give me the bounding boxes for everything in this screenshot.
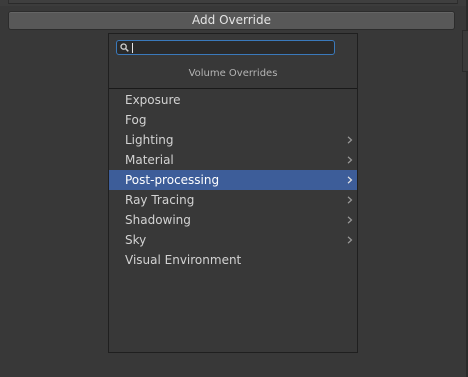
menu-item-sky[interactable]: Sky bbox=[109, 230, 357, 250]
menu-item-fog[interactable]: Fog bbox=[109, 110, 357, 130]
menu-item-shadowing[interactable]: Shadowing bbox=[109, 210, 357, 230]
top-strip bbox=[0, 0, 468, 6]
volume-overrides-popup: Volume Overrides Exposure Fog Lighting M… bbox=[108, 33, 358, 353]
menu-item-label: Material bbox=[125, 153, 174, 167]
search-field[interactable] bbox=[116, 40, 335, 55]
menu-item-label: Lighting bbox=[125, 133, 174, 147]
chevron-right-icon bbox=[347, 236, 353, 244]
add-override-button[interactable]: Add Override bbox=[8, 11, 455, 30]
override-list: Exposure Fog Lighting Material Post-proc… bbox=[109, 90, 357, 270]
header-divider bbox=[109, 88, 357, 89]
previous-field bbox=[8, 0, 458, 4]
menu-item-label: Ray Tracing bbox=[125, 193, 195, 207]
menu-item-lighting[interactable]: Lighting bbox=[109, 130, 357, 150]
popup-title: Volume Overrides bbox=[188, 68, 278, 79]
chevron-right-icon bbox=[347, 136, 353, 144]
chevron-right-icon bbox=[347, 156, 353, 164]
menu-item-visual-environment[interactable]: Visual Environment bbox=[109, 250, 357, 270]
text-caret bbox=[132, 43, 133, 53]
menu-item-ray-tracing[interactable]: Ray Tracing bbox=[109, 190, 357, 210]
inspector-panel: Add Override Volume Overrides Exposure F… bbox=[0, 0, 468, 377]
menu-item-label: Post-processing bbox=[125, 173, 220, 187]
chevron-right-icon bbox=[347, 196, 353, 204]
search-icon bbox=[120, 43, 129, 52]
menu-item-label: Shadowing bbox=[125, 213, 191, 227]
menu-item-label: Sky bbox=[125, 233, 147, 247]
menu-item-label: Fog bbox=[125, 113, 147, 127]
chevron-right-icon bbox=[347, 176, 353, 184]
menu-item-exposure[interactable]: Exposure bbox=[109, 90, 357, 110]
menu-item-label: Visual Environment bbox=[125, 253, 242, 267]
chevron-right-icon bbox=[347, 216, 353, 224]
menu-item-post-processing[interactable]: Post-processing bbox=[109, 170, 357, 190]
side-tab bbox=[462, 30, 468, 72]
search-input[interactable] bbox=[131, 42, 327, 53]
menu-item-label: Exposure bbox=[125, 93, 181, 107]
menu-item-material[interactable]: Material bbox=[109, 150, 357, 170]
